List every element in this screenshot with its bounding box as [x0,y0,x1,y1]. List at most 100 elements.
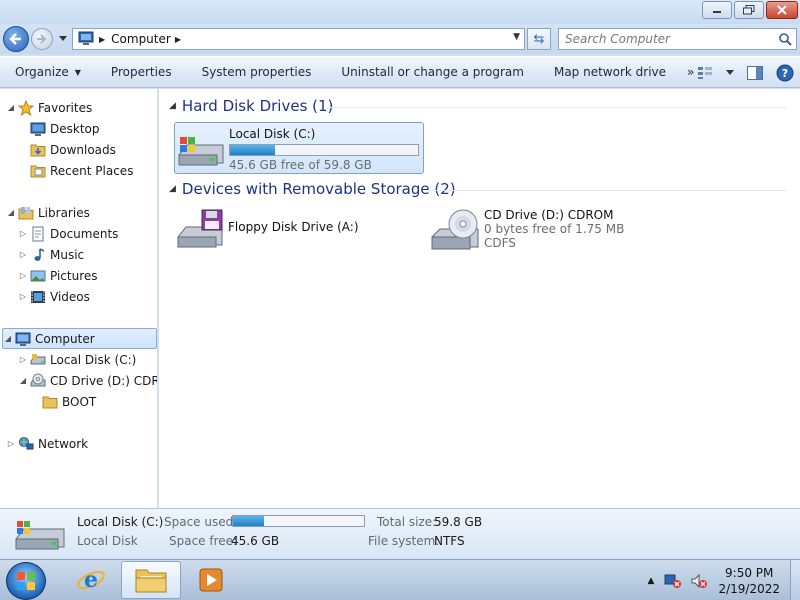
taskbar-internet-explorer[interactable]: e [61,561,121,599]
expand-icon[interactable]: ▷ [18,355,28,364]
group-header-removable[interactable]: ◢ Devices with Removable Storage (2) [169,180,456,198]
nav-item-label: Downloads [50,142,116,157]
nav-item-downloads[interactable]: Downloads [30,139,116,160]
refresh-button[interactable]: ⇆ [527,28,551,50]
nav-item-boot[interactable]: BOOT [42,391,96,412]
close-button[interactable] [766,1,798,19]
address-bar[interactable]: ▶ Computer ▶ ▼ [72,28,525,50]
expand-icon[interactable]: ▷ [18,250,28,259]
folder-icon [42,396,58,408]
drive-info: CD Drive (D:) CDROM 0 bytes free of 1.75… [484,205,624,261]
taskbar-windows-explorer[interactable] [121,561,181,599]
breadcrumb-separator-icon[interactable]: ▶ [175,35,181,44]
nav-item-label: CD Drive (D:) CDROM [50,373,157,388]
group-header-hard-disks[interactable]: ◢ Hard Disk Drives (1) [169,97,333,115]
network-status-icon[interactable] [664,573,682,589]
organize-menu[interactable]: Organize ▼ [0,56,96,88]
drive-info: Local Disk (C:) 45.6 GB free of 59.8 GB [229,123,419,173]
desktop-icon [30,122,46,136]
minimize-button[interactable] [702,1,732,19]
nav-libraries[interactable]: ◢ Libraries [6,202,90,223]
restore-button[interactable] [734,1,764,19]
help-button[interactable]: ? [770,57,800,89]
map-network-drive-button[interactable]: Map network drive [539,56,681,88]
collapse-icon[interactable]: ◢ [6,208,16,217]
search-box[interactable] [558,28,797,50]
expand-icon[interactable]: ▷ [18,229,28,238]
clock[interactable]: 9:50 PM 2/19/2022 [718,565,780,597]
details-name: Local Disk (C:) [77,515,164,529]
chevron-down-icon [726,70,734,75]
view-dropdown-button[interactable] [720,57,740,89]
nav-item-label: Pictures [50,268,98,283]
drive-usage-bar [229,144,419,156]
svg-text:e: e [84,567,98,593]
nav-favorites[interactable]: ◢ Favorites [6,97,92,118]
drive-tile-floppy[interactable]: Floppy Disk Drive (A:) [174,205,424,257]
volume-muted-icon[interactable] [690,573,708,589]
breadcrumb-computer[interactable]: Computer [111,32,171,46]
collapse-icon[interactable]: ◢ [18,376,28,385]
address-dropdown-icon[interactable]: ▼ [513,32,520,42]
nav-item-desktop[interactable]: Desktop [30,118,100,139]
properties-button[interactable]: Properties [96,56,187,88]
show-hidden-icons-icon[interactable]: ▲ [648,576,655,586]
close-icon [777,5,787,15]
back-button[interactable] [3,26,29,52]
collapse-icon[interactable]: ◢ [6,103,16,112]
nav-item-recent-places[interactable]: Recent Places [30,160,133,181]
drive-tile-local-disk[interactable]: Local Disk (C:) 45.6 GB free of 59.8 GB [174,122,424,174]
nav-item-label: Videos [50,289,90,304]
collapse-icon[interactable]: ◢ [169,101,176,111]
drive-usage-fill [230,145,275,155]
nav-network[interactable]: ▷ Network [6,433,88,454]
start-button[interactable] [6,562,46,600]
window-controls [702,1,798,19]
navigation-pane: ◢ Favorites Desktop Downloads Recent Pla… [0,89,158,508]
details-type: Local Disk [77,534,138,548]
taskbar-media-player[interactable] [181,561,241,599]
taskbar: e ▲ 9:50 PM 2/19/2022 [0,559,800,600]
uninstall-program-button[interactable]: Uninstall or change a program [326,56,539,88]
preview-pane-button[interactable] [740,57,770,89]
search-icon[interactable] [778,32,792,46]
nav-item-label: BOOT [62,394,97,409]
space-free-value: 45.6 GB [231,534,280,548]
hard-drive-windows-icon [15,521,65,550]
nav-item-label: Music [50,247,85,262]
nav-item-documents[interactable]: ▷ Documents [18,223,118,244]
total-size-label: Total size: [377,515,437,529]
videos-icon [31,290,45,303]
details-usage-bar [232,515,365,527]
recent-pages-button[interactable] [57,32,69,46]
nav-item-local-disk[interactable]: ▷ Local Disk (C:) [18,349,136,370]
space-free-label: Space free: [169,534,238,548]
expand-icon[interactable]: ▷ [6,439,16,448]
expand-icon[interactable]: ▷ [18,292,28,301]
system-properties-button[interactable]: System properties [187,56,327,88]
drive-free-space: 45.6 GB free of 59.8 GB [229,158,372,172]
drive-name: Local Disk (C:) [229,127,316,141]
expand-icon[interactable]: ▷ [18,271,28,280]
title-bar [0,0,800,24]
nav-item-pictures[interactable]: ▷ Pictures [18,265,98,286]
hard-drive-windows-icon [178,137,224,166]
nav-item-music[interactable]: ▷ Music [18,244,84,265]
nav-computer-label: Computer [35,331,95,346]
windows-logo-icon [17,572,35,590]
clock-date: 2/19/2022 [718,581,780,596]
details-usage-fill [233,516,265,526]
forward-button[interactable] [31,28,53,50]
collapse-icon[interactable]: ◢ [3,334,13,343]
drive-tile-cd[interactable]: CD Drive (D:) CDROM 0 bytes free of 1.75… [428,205,688,261]
breadcrumb-separator-icon[interactable]: ▶ [99,35,105,44]
show-desktop-button[interactable] [790,560,800,600]
nav-item-videos[interactable]: ▷ Videos [18,286,90,307]
pictures-icon [30,270,46,281]
collapse-icon[interactable]: ◢ [169,184,176,194]
nav-item-cd-drive[interactable]: ◢ CD Drive (D:) CDROM [18,370,157,391]
change-view-button[interactable] [690,57,720,89]
nav-computer[interactable]: ◢ Computer [2,328,157,349]
file-system-label: File system: [368,534,440,548]
search-input[interactable] [559,29,769,49]
